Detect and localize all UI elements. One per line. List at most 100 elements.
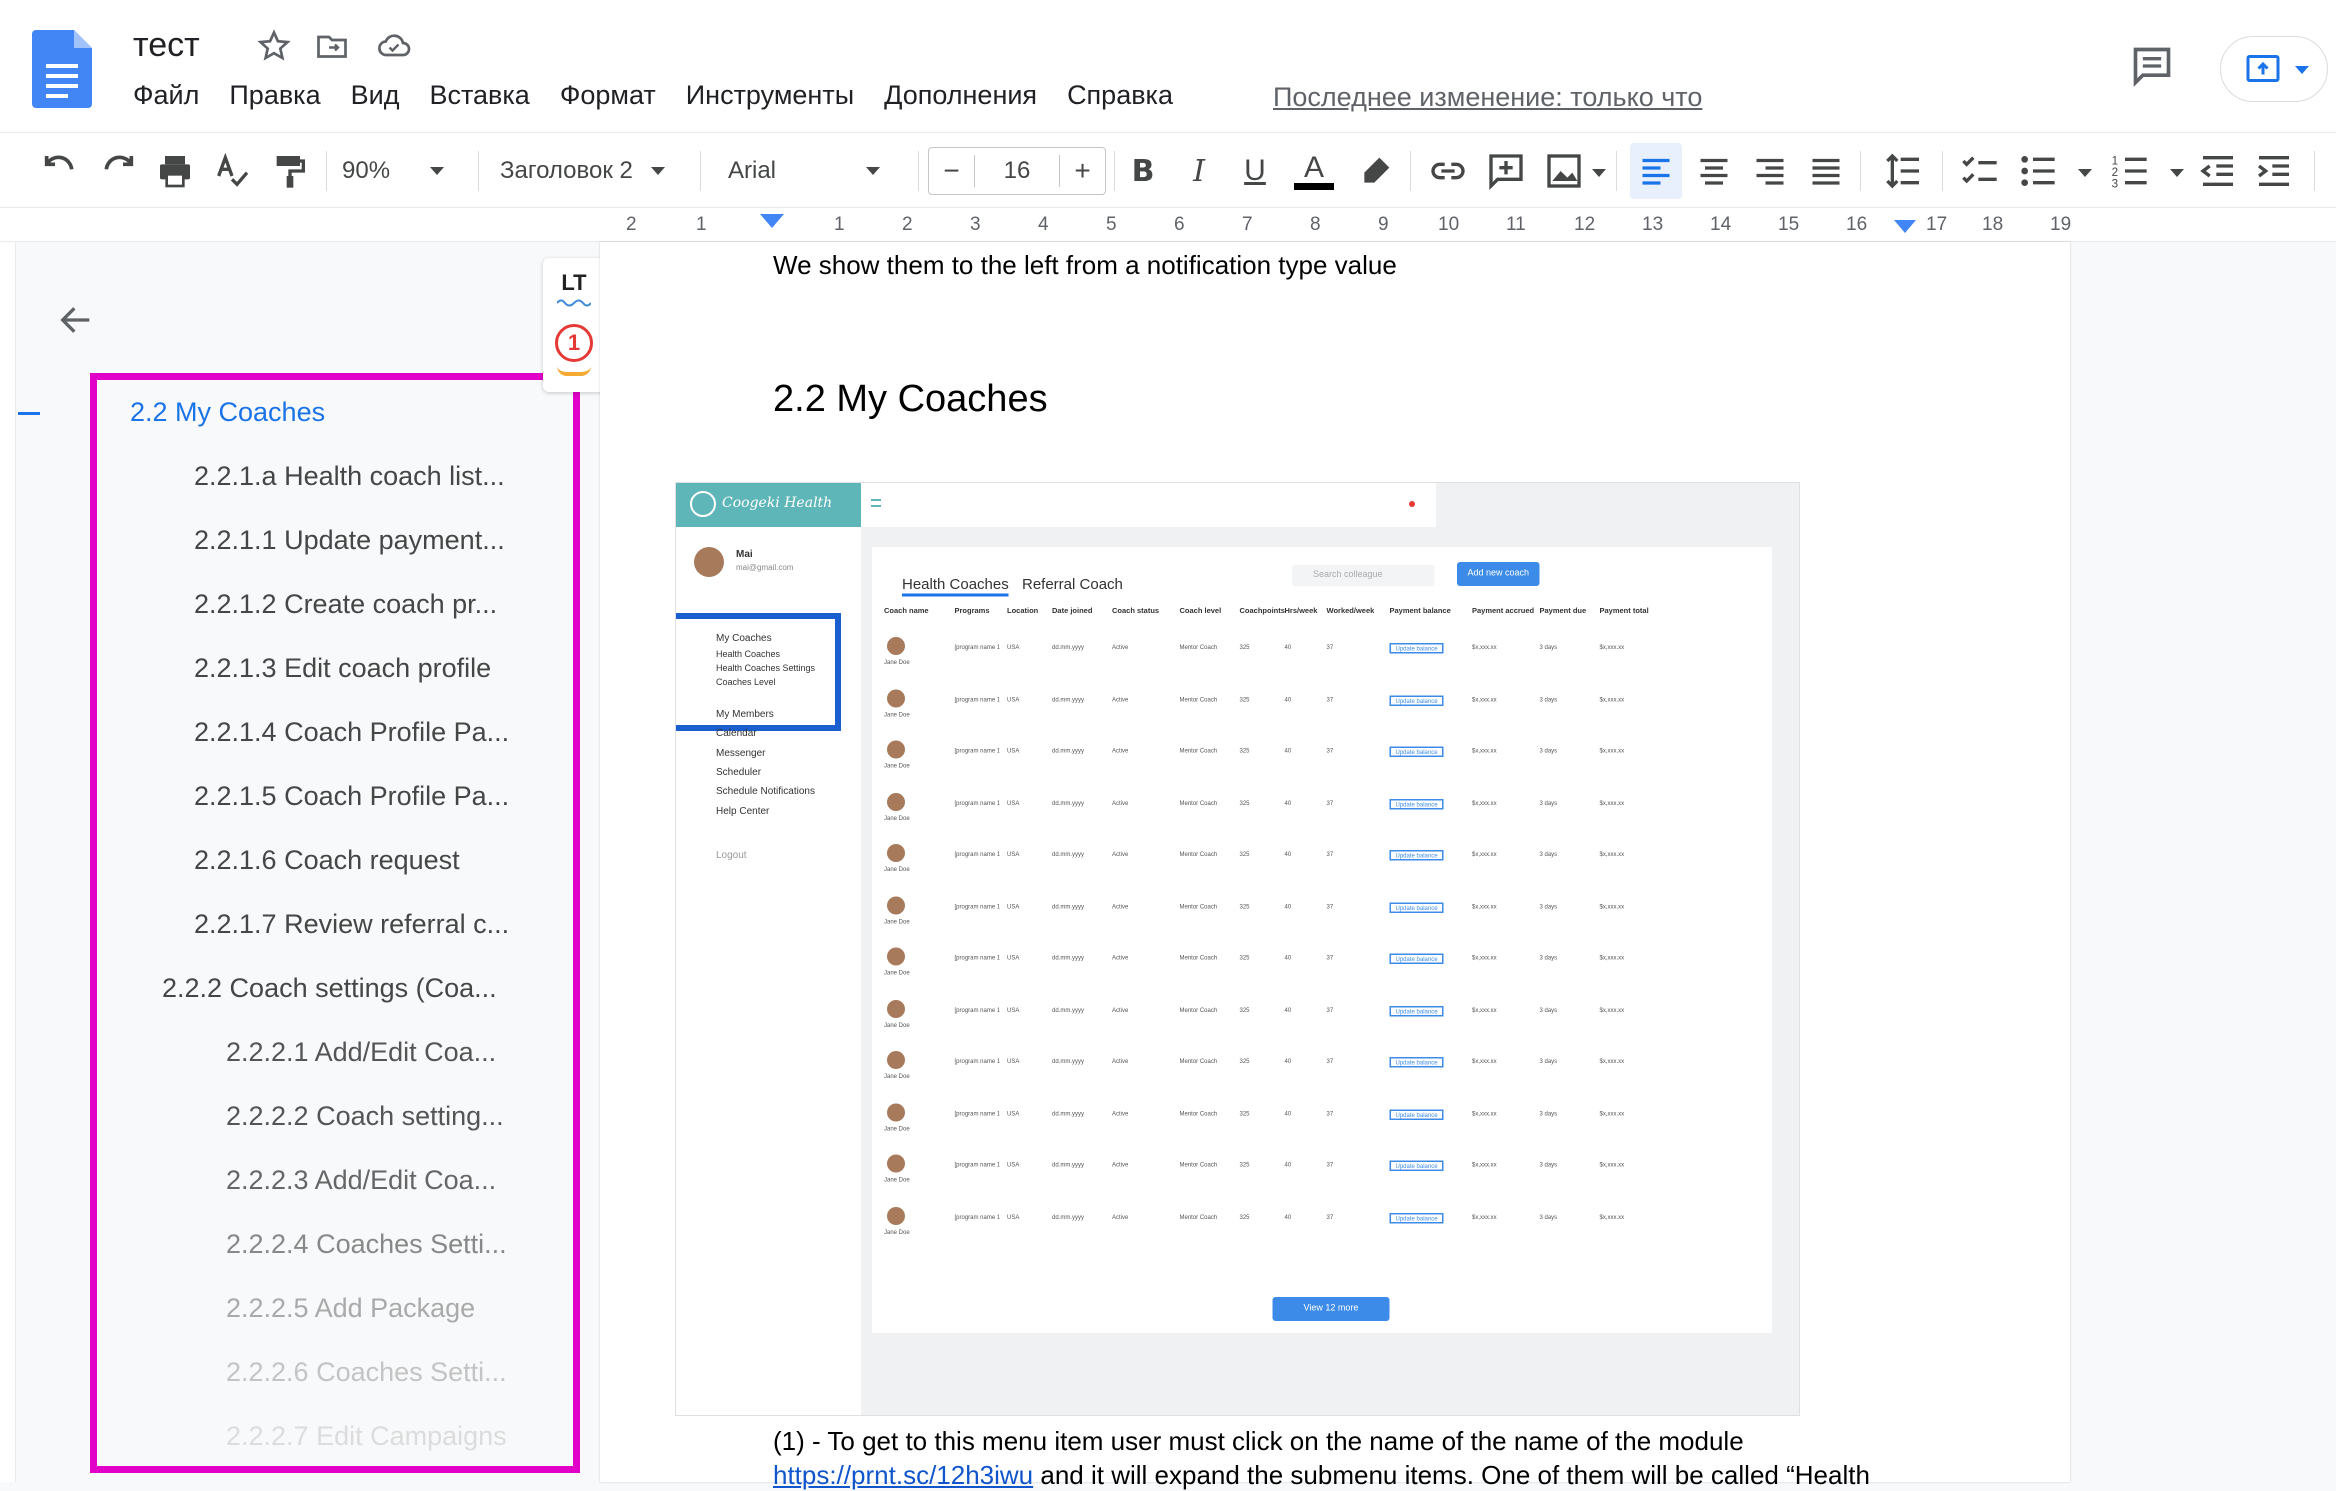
outline-item[interactable]: 2.2.2.2 Coach setting...: [226, 1101, 504, 1132]
chevron-down-icon[interactable]: [2078, 169, 2092, 177]
insert-link-icon[interactable]: [1428, 149, 1468, 193]
menu-view[interactable]: Вид: [351, 80, 400, 111]
outline-item[interactable]: 2.2 My Coaches: [130, 397, 325, 428]
cloud-status-icon[interactable]: [376, 28, 412, 64]
outline-item[interactable]: 2.2.1.7 Review referral c...: [194, 909, 509, 940]
align-right-icon[interactable]: [1752, 149, 1788, 193]
present-button[interactable]: [2220, 36, 2328, 102]
embedded-row-avatar: [887, 1102, 905, 1121]
increase-indent-icon[interactable]: [2254, 149, 2294, 193]
last-edit-link[interactable]: Последнее изменение: только что: [1273, 82, 1702, 113]
highlight-icon[interactable]: [1356, 149, 1396, 193]
document-page[interactable]: We show them to the left from a notifica…: [600, 242, 2070, 1490]
embedded-table-cell: Update balance: [1389, 694, 1444, 706]
embedded-table-cell: $x,xxx.xx: [1599, 1212, 1625, 1220]
embedded-sidebar: Mai mai@gmail.com My Coaches Health Coac…: [676, 527, 861, 1415]
italic-button[interactable]: I: [1182, 149, 1216, 193]
toolbar-divider: [1942, 151, 1943, 191]
outline-item[interactable]: 2.2.2.7 Edit Campaigns: [226, 1421, 507, 1452]
embedded-user-name: Mai: [736, 549, 753, 560]
embedded-table-cell: USA: [1007, 901, 1020, 910]
embedded-table-cell: Jane Doe: [884, 1175, 910, 1184]
menu-format[interactable]: Формат: [560, 80, 656, 111]
embedded-nav-item: Schedule Notifications: [716, 786, 815, 797]
embedded-table-cell: 3 days: [1539, 901, 1558, 910]
decrease-indent-icon[interactable]: [2198, 149, 2238, 193]
bold-button[interactable]: B: [1126, 149, 1160, 193]
outline-item[interactable]: 2.2.2.1 Add/Edit Coa...: [226, 1037, 496, 1068]
outline-item[interactable]: 2.2.2.4 Coaches Setti...: [226, 1229, 507, 1260]
left-indent-marker[interactable]: [760, 214, 784, 228]
outline-item[interactable]: 2.2.2.5 Add Package: [226, 1293, 475, 1324]
outline-item[interactable]: 2.2.2.6 Coaches Setti...: [226, 1357, 507, 1388]
embedded-notification-dot: [1409, 501, 1415, 507]
embedded-column-header: Payment total: [1599, 607, 1649, 616]
outline-item[interactable]: 2.2.1.3 Edit coach profile: [194, 653, 491, 684]
bulleted-list-icon[interactable]: [2018, 149, 2058, 193]
add-comment-icon[interactable]: [1486, 149, 1526, 193]
chevron-down-icon[interactable]: [2170, 169, 2184, 177]
horizontal-ruler[interactable]: 2 1 1 2 3 4 5 6 7 8 9 10 11 12 13 14 15 …: [0, 208, 2336, 242]
paragraph-style-select[interactable]: Заголовок 2: [500, 149, 690, 193]
embedded-table-cell: 37: [1326, 1160, 1334, 1169]
outline-item[interactable]: 2.2.1.4 Coach Profile Pa...: [194, 717, 509, 748]
menu-addons[interactable]: Дополнения: [884, 80, 1037, 111]
align-center-icon[interactable]: [1696, 149, 1732, 193]
embedded-tab-referral: Referral Coach: [1022, 577, 1123, 594]
font-size-input[interactable]: 16: [975, 157, 1059, 185]
underline-button[interactable]: U: [1238, 149, 1272, 193]
embedded-table-cell: [program name 1], [program...: [954, 1005, 1000, 1013]
paint-format-icon[interactable]: [270, 149, 310, 193]
numbered-list-icon[interactable]: 123: [2110, 149, 2150, 193]
redo-icon[interactable]: [98, 149, 138, 193]
embedded-table-cell: USA: [1007, 1108, 1020, 1117]
menu-insert[interactable]: Вставка: [429, 80, 529, 111]
embedded-nav-item: Calendar: [716, 728, 757, 739]
spellcheck-icon[interactable]: [212, 149, 252, 193]
embedded-table-cell: Jane Doe: [884, 658, 910, 666]
move-folder-icon[interactable]: [314, 28, 350, 64]
menu-tools[interactable]: Инструменты: [686, 80, 854, 111]
outline-item[interactable]: 2.2.1.5 Coach Profile Pa...: [194, 781, 509, 812]
embedded-table-cell: Mentor Coach: [1179, 694, 1218, 703]
outline-item[interactable]: 2.2.2 Coach settings (Coa...: [162, 973, 497, 1004]
menu-help[interactable]: Справка: [1067, 80, 1173, 111]
outline-item[interactable]: 2.2.1.1 Update payment...: [194, 525, 505, 556]
chevron-down-icon: [866, 167, 881, 175]
star-icon[interactable]: [256, 28, 292, 64]
embedded-table-cell: Jane Doe: [884, 1072, 910, 1080]
text-color-button[interactable]: A: [1294, 149, 1334, 193]
embedded-table-cell: 40: [1284, 1005, 1292, 1013]
right-indent-marker[interactable]: [1894, 220, 1916, 233]
increase-font-size-button[interactable]: +: [1059, 155, 1105, 187]
embedded-column-header: Worked/week: [1326, 607, 1375, 616]
font-select[interactable]: Arial: [728, 149, 908, 193]
docs-logo-icon[interactable]: [32, 30, 92, 108]
document-title[interactable]: тест: [133, 26, 200, 65]
menu-edit[interactable]: Правка: [229, 80, 320, 111]
comments-icon[interactable]: [2130, 44, 2174, 88]
embedded-view-more-button: View 12 more: [1272, 1297, 1390, 1321]
print-icon[interactable]: [155, 149, 195, 193]
back-arrow-icon[interactable]: [56, 300, 96, 340]
outline-item[interactable]: 2.2.1.6 Coach request: [194, 845, 460, 876]
chevron-down-icon[interactable]: [1592, 169, 1606, 177]
insert-image-icon[interactable]: [1544, 149, 1584, 193]
zoom-select[interactable]: 90%: [342, 149, 470, 193]
align-left-button[interactable]: [1630, 143, 1682, 199]
line-spacing-icon[interactable]: [1884, 149, 1924, 193]
menu-file[interactable]: Файл: [133, 80, 199, 111]
embedded-table-cell: Update balance: [1389, 850, 1444, 861]
outline-item[interactable]: 2.2.2.3 Add/Edit Coa...: [226, 1165, 496, 1196]
undo-icon[interactable]: [40, 149, 80, 193]
embedded-screenshot-image[interactable]: Coogeki Health Mai mai@gmail.com My Coac…: [675, 482, 1800, 1416]
outline-item[interactable]: 2.2.1.a Health coach list...: [194, 461, 505, 492]
decrease-font-size-button[interactable]: −: [929, 155, 975, 187]
align-justify-icon[interactable]: [1808, 149, 1844, 193]
languagetool-widget[interactable]: LT 1: [543, 258, 605, 392]
outline-item[interactable]: 2.2.1.2 Create coach pr...: [194, 589, 497, 620]
footer-link[interactable]: https://prnt.sc/12h3iwu: [773, 1460, 1033, 1490]
embedded-column-header: Payment due: [1539, 607, 1587, 616]
vertical-ruler[interactable]: [0, 242, 16, 1482]
checklist-icon[interactable]: [1960, 149, 2000, 193]
